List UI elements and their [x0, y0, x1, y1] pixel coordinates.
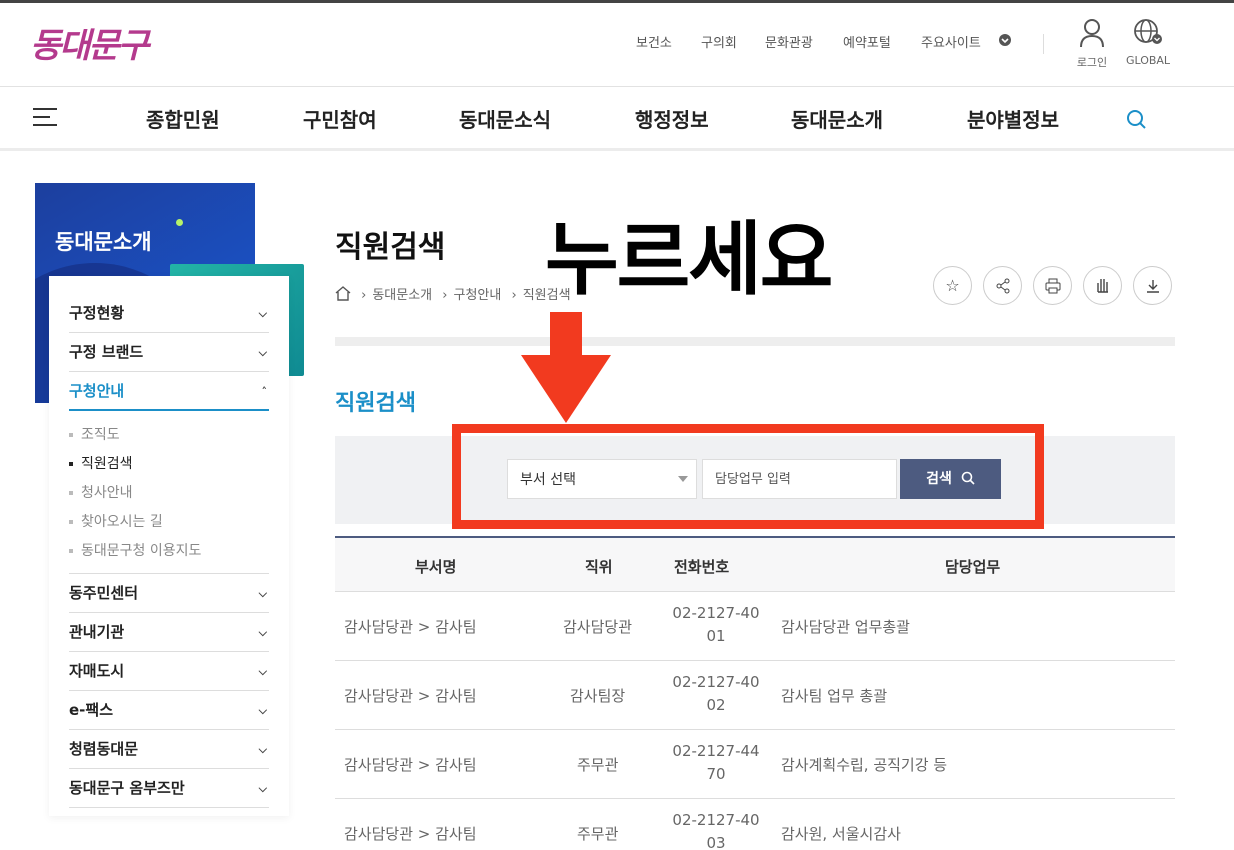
share-button[interactable] — [983, 266, 1022, 305]
side-item-integrity[interactable]: 청렴동대문 ⌵ — [69, 730, 269, 769]
col-phone: 전화번호 — [674, 558, 730, 576]
cell-phone: 02-2127-40 03 — [672, 811, 760, 850]
side-sub-directions[interactable]: 찾아오시는 길 — [69, 511, 163, 531]
chevron-down-icon: ⌵ — [258, 782, 267, 795]
site-logo[interactable]: 동대문구 — [30, 18, 149, 67]
cell-department: 감사담당관 > 감사팀 — [344, 756, 477, 774]
util-link-culture[interactable]: 문화관광 — [765, 32, 813, 51]
gnb-item-civil[interactable]: 종합민원 — [146, 104, 220, 133]
breadcrumb-item[interactable]: 구청안내 — [454, 288, 502, 303]
share-icon — [996, 278, 1009, 294]
side-item-ombudsman[interactable]: 동대문구 옴부즈만 ⌵ — [69, 769, 269, 808]
cell-position: 주무관 — [577, 825, 619, 843]
sign-language-button[interactable] — [1083, 266, 1122, 305]
globe-icon — [1134, 19, 1162, 44]
util-separator — [1043, 34, 1044, 54]
sites-dropdown-icon[interactable] — [998, 33, 1012, 51]
side-menu: 구정현황 ⌵ 구정 브랜드 ⌵ 구청안내 ˄ 조직도 직원검색 청사안내 찾아오시는 … — [49, 276, 289, 816]
util-link-reservation[interactable]: 예약포털 — [843, 32, 891, 51]
search-icon[interactable] — [1126, 109, 1148, 135]
chevron-down-icon: ⌵ — [258, 626, 267, 639]
side-dot — [176, 219, 183, 226]
table-row: 감사담당관 > 감사팀 감사담당관 02-2127-40 01 감사담당관 업무총… — [335, 592, 1175, 661]
cell-phone: 02-2127-40 02 — [672, 673, 760, 714]
side-item-sister-city[interactable]: 자매도시 ⌵ — [69, 652, 269, 691]
gnb-item-participation[interactable]: 구민참여 — [303, 104, 377, 133]
cell-duty: 감사계획수립, 공직기강 등 — [781, 756, 948, 774]
chevron-up-icon: ˄ — [261, 385, 268, 398]
annotation-text: 누르세요 — [545, 213, 833, 306]
col-duty: 담당업무 — [945, 558, 1001, 576]
cell-position: 주무관 — [577, 756, 619, 774]
side-sub-org-chart[interactable]: 조직도 — [69, 424, 120, 444]
cell-department: 감사담당관 > 감사팀 — [344, 618, 477, 636]
col-department: 부서명 — [415, 558, 457, 576]
side-sub-building[interactable]: 청사안내 — [69, 482, 133, 502]
side-item-community-center[interactable]: 동주민센터 ⌵ — [69, 574, 269, 613]
global-button[interactable]: GLOBAL — [1118, 18, 1178, 67]
side-item-status[interactable]: 구정현황 ⌵ — [69, 294, 269, 333]
gnb-item-news[interactable]: 동대문소식 — [459, 104, 551, 133]
gnb-top-border — [0, 86, 1234, 87]
gnb-item-intro[interactable]: 동대문소개 — [791, 104, 883, 133]
util-link-sites[interactable]: 주요사이트 — [921, 32, 981, 51]
home-icon[interactable] — [335, 286, 355, 303]
person-icon — [1080, 19, 1104, 48]
side-item-efax[interactable]: e-팩스 ⌵ — [69, 691, 269, 730]
section-title: 직원검색 — [335, 391, 416, 416]
col-position: 직위 — [585, 558, 613, 576]
download-button[interactable] — [1133, 266, 1172, 305]
breadcrumb: › 동대문소개 › 구청안내 › 직원검색 — [335, 284, 577, 303]
cell-department: 감사담당관 > 감사팀 — [344, 687, 477, 705]
content-divider — [335, 337, 1175, 346]
login-button[interactable]: 로그인 — [1062, 18, 1122, 70]
table-row: 감사담당관 > 감사팀 주무관 02-2127-40 03 감사원, 서울시감사 — [335, 799, 1175, 850]
login-label: 로그인 — [1076, 56, 1108, 69]
side-sub-staff-search[interactable]: 직원검색 — [69, 453, 133, 473]
cell-phone: 02-2127-44 70 — [672, 742, 760, 783]
cell-duty: 감사담당관 업무총괄 — [781, 618, 910, 636]
table-row: 감사담당관 > 감사팀 감사팀장 02-2127-40 02 감사팀 업무 총괄 — [335, 661, 1175, 730]
favorite-button[interactable]: ☆ — [933, 266, 972, 305]
annotation-arrow-head — [521, 355, 611, 423]
chevron-down-icon: ⌵ — [258, 704, 267, 717]
util-link-health[interactable]: 보건소 — [636, 32, 672, 51]
gnb-item-admin[interactable]: 행정정보 — [635, 104, 709, 133]
annotation-highlight-box — [452, 424, 1044, 529]
chevron-down-icon: ⌵ — [258, 346, 267, 359]
cell-duty: 감사원, 서울시감사 — [781, 825, 901, 843]
side-title: 동대문소개 — [55, 230, 152, 254]
side-sub-map[interactable]: 동대문구청 이용지도 — [69, 540, 201, 560]
print-button[interactable] — [1033, 266, 1072, 305]
util-link-council[interactable]: 구의회 — [701, 32, 737, 51]
cell-department: 감사담당관 > 감사팀 — [344, 825, 477, 843]
star-icon: ☆ — [945, 276, 960, 295]
cell-position: 감사팀장 — [570, 687, 626, 705]
menu-icon[interactable] — [33, 108, 57, 132]
cell-duty: 감사팀 업무 총괄 — [781, 687, 888, 705]
page-title: 직원검색 — [335, 230, 446, 265]
side-item-brand[interactable]: 구정 브랜드 ⌵ — [69, 333, 269, 372]
cell-position: 감사담당관 — [563, 618, 633, 636]
download-icon — [1146, 280, 1159, 293]
chevron-down-icon: ⌵ — [258, 587, 267, 600]
table-header: 부서명 직위 전화번호 담당업무 — [335, 536, 1175, 592]
cell-phone: 02-2127-40 01 — [672, 604, 760, 645]
top-line — [0, 0, 1234, 3]
gnb-item-field[interactable]: 분야별정보 — [967, 104, 1059, 133]
global-label: GLOBAL — [1125, 54, 1171, 67]
hand-icon — [1096, 279, 1108, 293]
breadcrumb-item[interactable]: 동대문소개 — [372, 288, 432, 303]
side-item-office-guide[interactable]: 구청안내 ˄ — [69, 372, 269, 411]
chevron-down-icon: ⌵ — [258, 665, 267, 678]
table-row: 감사담당관 > 감사팀 주무관 02-2127-44 70 감사계획수립, 공직기… — [335, 730, 1175, 799]
gnb-bottom-border — [0, 148, 1234, 151]
chevron-down-icon: ⌵ — [258, 743, 267, 756]
side-item-institutions[interactable]: 관내기관 ⌵ — [69, 613, 269, 652]
chevron-down-icon: ⌵ — [258, 307, 267, 320]
print-icon — [1045, 278, 1060, 294]
